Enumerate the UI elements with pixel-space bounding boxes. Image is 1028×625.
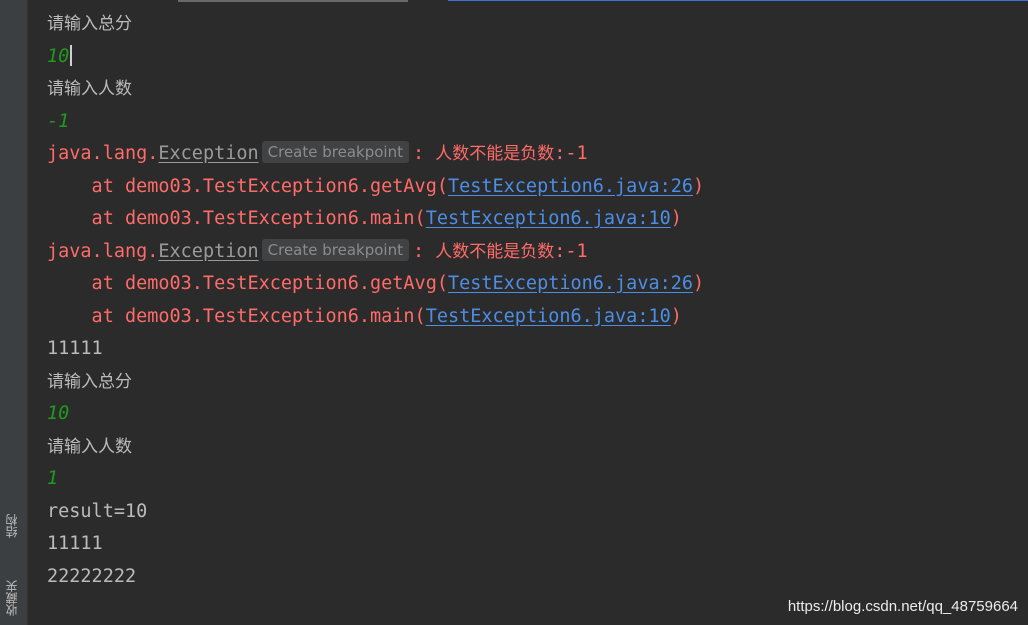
exception-line: java.lang.Exception Create breakpoint: 人数… [47,238,588,262]
prompt-count-line: 请输入人数 [47,436,132,457]
exception-class-link[interactable]: Exception [158,143,258,164]
stack-trace-getavg: at demo03.TestException6.getAvg(TestExce… [47,273,705,294]
clipped-top-line [28,0,1028,4]
exception-class-link[interactable]: Exception [158,241,258,262]
input-total-value: 10 [47,45,70,67]
source-link-main[interactable]: TestException6.java:10 [426,306,671,327]
create-breakpoint-hint[interactable]: Create breakpoint [261,238,409,261]
stack-trace-main: at demo03.TestException6.main(TestExcept… [47,305,682,327]
watermark: https://blog.csdn.net/qq_48759664 [787,598,1018,615]
output-line: 11111 [47,533,103,554]
output-line: 22222222 [47,565,137,587]
run-console[interactable]: 请输入总分 10 请输入人数 -1 java.lang.Exception Cre… [47,8,1028,625]
structure-tab[interactable]: 结构 [3,498,25,554]
text-caret [70,44,73,66]
output-line: 11111 [47,338,103,359]
source-link-getavg[interactable]: TestException6.java:26 [448,176,693,197]
favorites-tab[interactable]: 收藏夹 [3,572,25,625]
left-tool-strip: 结构 收藏夹 [0,0,28,625]
input-total-line: 10 [47,41,1028,74]
prompt-count-line: 请输入人数 [47,79,132,99]
input-count-line: 1 [47,468,59,489]
create-breakpoint-hint[interactable]: Create breakpoint [261,141,409,163]
exception-line: java.lang.Exception Create breakpoint: 人数… [47,141,588,164]
input-count-line: -1 [47,110,70,132]
result-line: result=10 [47,500,148,522]
stack-trace-main: at demo03.TestException6.main(TestExcept… [47,208,682,229]
source-link-getavg[interactable]: TestException6.java:26 [448,273,693,294]
prompt-total-line: 请输入总分 [47,14,132,34]
stack-trace-getavg: at demo03.TestException6.getAvg(TestExce… [47,175,705,197]
source-link-main[interactable]: TestException6.java:10 [426,208,671,229]
prompt-total-line: 请输入总分 [47,371,132,392]
input-total-line: 10 [47,403,70,424]
